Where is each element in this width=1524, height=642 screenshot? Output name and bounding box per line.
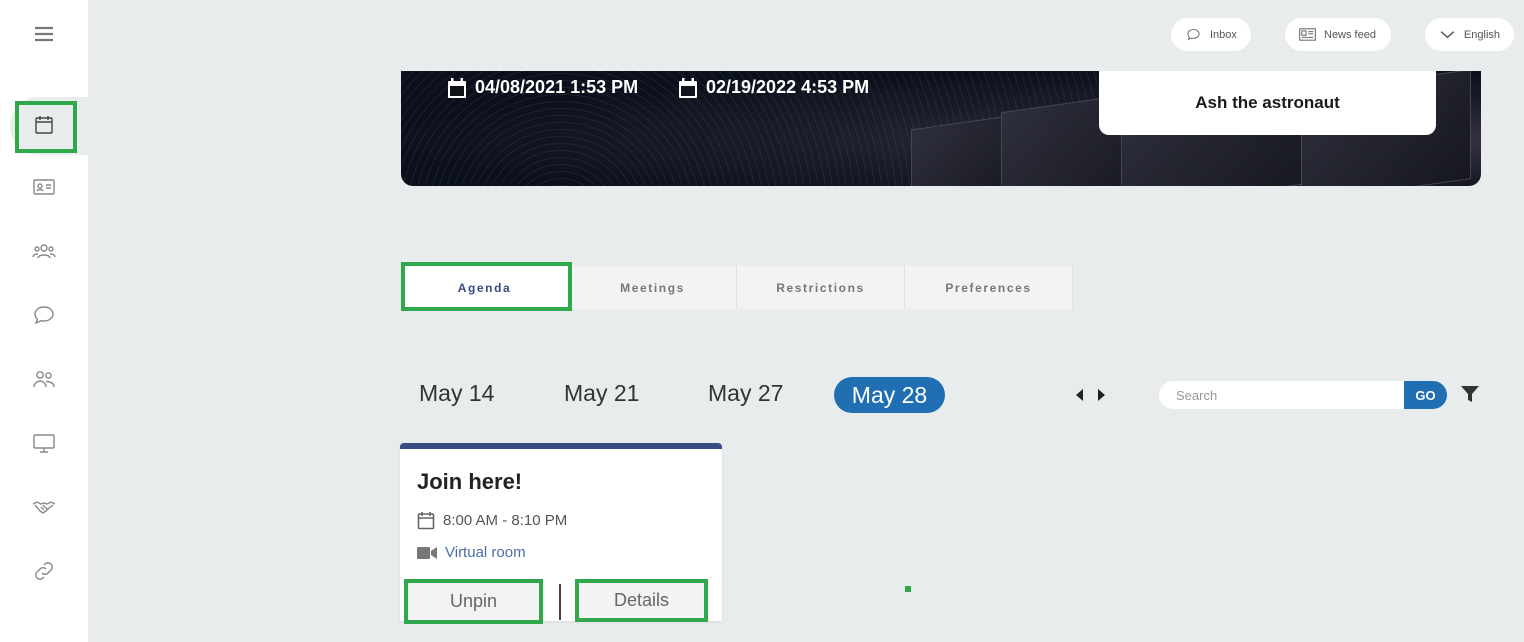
chat-icon[interactable]	[0, 295, 88, 335]
link-icon[interactable]	[0, 551, 88, 591]
tab-restrictions[interactable]: Restrictions	[737, 266, 905, 309]
session-time: 8:00 AM - 8:10 PM	[443, 512, 568, 529]
day-may-28[interactable]: May 28	[834, 377, 945, 413]
calendar-icon	[679, 77, 697, 98]
tab-meetings[interactable]: Meetings	[569, 266, 737, 309]
green-marker	[905, 586, 911, 592]
id-card-icon[interactable]	[0, 167, 88, 207]
chat-bubble-icon	[1187, 29, 1200, 41]
inbox-label: Inbox	[1210, 28, 1237, 41]
language-selector[interactable]: English	[1425, 18, 1514, 51]
calendar-icon	[417, 512, 435, 530]
end-datetime: 02/19/2022 4:53 PM	[706, 77, 870, 97]
day-may-27[interactable]: May 27	[708, 380, 783, 407]
inbox-button[interactable]: Inbox	[1171, 18, 1251, 51]
tab-agenda-highlight	[401, 262, 572, 311]
session-location-link[interactable]: Virtual room	[445, 544, 526, 561]
host-name: Ash the astronaut	[1195, 93, 1340, 112]
session-title: Join here!	[417, 469, 523, 494]
monitor-icon[interactable]	[0, 423, 88, 463]
event-end-date: 02/19/2022 4:53 PM	[679, 77, 869, 98]
newsfeed-label: News feed	[1324, 28, 1376, 41]
filter-icon[interactable]	[1460, 384, 1480, 404]
handshake-icon[interactable]	[0, 487, 88, 527]
go-button[interactable]: GO	[1404, 381, 1447, 409]
day-may-21[interactable]: May 21	[564, 380, 639, 407]
button-separator	[559, 584, 561, 620]
group-icon[interactable]	[0, 231, 88, 271]
video-camera-icon	[417, 546, 437, 559]
prev-arrow-icon[interactable]	[1076, 389, 1083, 401]
search-input[interactable]	[1159, 381, 1407, 409]
newspaper-icon	[1299, 28, 1316, 41]
menu-icon[interactable]	[0, 14, 88, 54]
language-label: English	[1463, 28, 1500, 41]
newsfeed-button[interactable]: News feed	[1285, 18, 1391, 51]
day-may-14[interactable]: May 14	[419, 380, 494, 407]
event-start-date: 04/08/2021 1:53 PM	[448, 77, 638, 98]
details-button[interactable]: Details	[575, 579, 708, 622]
sidebar-calendar-highlight	[15, 101, 77, 153]
chevron-down-icon	[1440, 31, 1455, 39]
next-arrow-icon[interactable]	[1098, 389, 1105, 401]
session-location-row: Virtual room	[417, 544, 526, 561]
start-datetime: 04/08/2021 1:53 PM	[475, 77, 639, 97]
people-icon[interactable]	[0, 359, 88, 399]
tab-preferences[interactable]: Preferences	[905, 266, 1073, 309]
calendar-icon	[448, 77, 466, 98]
session-time-row: 8:00 AM - 8:10 PM	[417, 511, 567, 530]
unpin-button[interactable]: Unpin	[404, 579, 543, 624]
sidebar	[0, 0, 100, 642]
host-card[interactable]: Ash the astronaut	[1099, 71, 1436, 135]
